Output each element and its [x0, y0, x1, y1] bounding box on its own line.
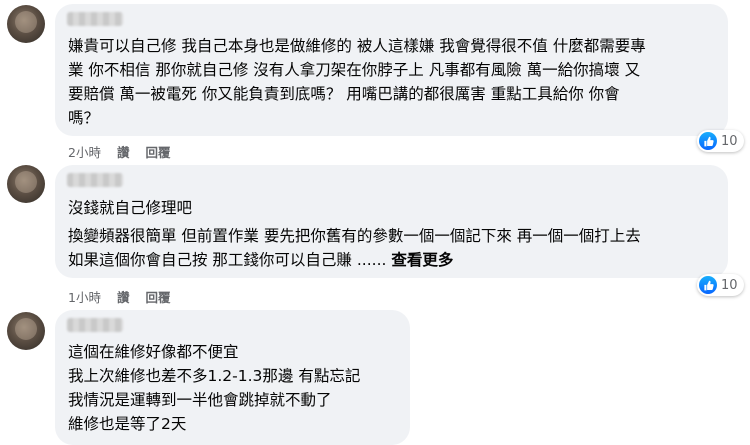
reply-button[interactable]: 回覆	[145, 142, 170, 161]
like-button[interactable]: 讚	[117, 287, 130, 306]
like-button[interactable]: 讚	[117, 142, 130, 161]
reaction-count: 10	[721, 133, 738, 149]
avatar[interactable]	[7, 312, 45, 350]
commenter-name-redacted[interactable]	[67, 12, 123, 26]
comment-text: 換變頻器很簡單 但前置作業 要先把你舊有的參數一個一個記下來 再一個一個打上去 …	[68, 224, 728, 272]
see-more-link[interactable]: 查看更多	[391, 251, 453, 269]
comment-text: 這個在維修好像都不便宜 我上次維修也差不多1.2-1.3那邊 有點忘記 我情況是…	[68, 343, 361, 433]
avatar[interactable]	[7, 5, 45, 43]
comment-actions: 2小時 讚 回覆	[68, 142, 170, 161]
comment-timestamp[interactable]: 1小時	[68, 287, 101, 306]
commenter-name-redacted[interactable]	[67, 318, 123, 332]
comment-bubble: 嫌貴可以自己修 我自己本身也是做維修的 被人這樣嫌 我會覺得很不值 什麼都需要專…	[55, 4, 728, 136]
avatar[interactable]	[7, 165, 45, 203]
like-reaction-icon	[699, 276, 717, 294]
commenter-name-redacted[interactable]	[67, 173, 123, 187]
reaction-count: 10	[721, 277, 738, 293]
reaction-count-badge[interactable]: 10	[697, 130, 744, 152]
comment-timestamp[interactable]: 2小時	[68, 142, 101, 161]
comment-text-line: 沒錢就自己修理吧	[68, 199, 193, 217]
like-reaction-icon	[699, 132, 717, 150]
comment-text-paragraph: 換變頻器很簡單 但前置作業 要先把你舊有的參數一個一個記下來 再一個一個打上去 …	[68, 227, 641, 269]
comment-bubble: 這個在維修好像都不便宜 我上次維修也差不多1.2-1.3那邊 有點忘記 我情況是…	[55, 310, 410, 445]
comment-text: 嫌貴可以自己修 我自己本身也是做維修的 被人這樣嫌 我會覺得很不值 什麼都需要專…	[68, 37, 646, 127]
reaction-count-badge[interactable]: 10	[697, 274, 744, 296]
comment-actions: 1小時 讚 回覆	[68, 287, 170, 306]
comment-bubble: 沒錢就自己修理吧 換變頻器很簡單 但前置作業 要先把你舊有的參數一個一個記下來 …	[55, 165, 728, 278]
reply-button[interactable]: 回覆	[145, 287, 170, 306]
